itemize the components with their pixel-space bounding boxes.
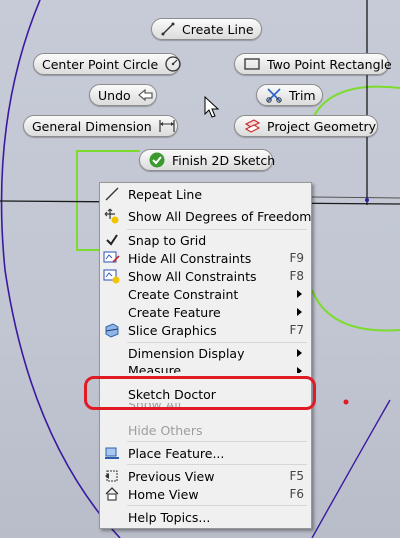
menu-item-show-all-degrees-of-freedom[interactable]: Show All Degrees of Freedom — [101, 207, 312, 225]
create-line-button[interactable]: Create Line — [151, 18, 262, 40]
menu-item-label: Repeat Line — [128, 186, 203, 202]
menu-item-slice-graphics[interactable]: Slice Graphics F7 — [101, 321, 310, 339]
menu-item-label: Show All Constraints — [128, 268, 257, 284]
dimension-icon — [158, 117, 176, 135]
menu-item-label: Place Feature... — [128, 445, 225, 461]
menu-item-label: Show All Degrees of Freedom — [128, 208, 312, 224]
menu-item-create-constraint[interactable]: Create Constraint — [101, 285, 310, 303]
menu-item-label: Dimension Display — [128, 345, 245, 361]
slice-graphics-icon — [101, 321, 123, 339]
submenu-arrow-icon — [297, 290, 302, 298]
show-constraints-icon — [101, 267, 123, 285]
trim-button[interactable]: Trim — [256, 84, 323, 106]
menu-separator — [127, 229, 307, 230]
trim-label: Trim — [289, 87, 316, 103]
menu-separator — [127, 505, 307, 506]
dof-icon — [101, 207, 123, 225]
undo-icon — [137, 86, 155, 104]
menu-item-label: Home View — [128, 486, 199, 502]
home-view-icon — [101, 485, 123, 503]
menu-item-create-feature[interactable]: Create Feature — [101, 303, 310, 321]
menu-item-label: Slice Graphics — [128, 322, 217, 338]
center-point-circle-label: Center Point Circle — [42, 56, 159, 72]
hide-constraints-icon — [101, 249, 123, 267]
red-sketch-point — [343, 399, 349, 405]
menu-separator — [127, 464, 307, 465]
menu-item-shortcut: F8 — [289, 269, 304, 283]
menu-separator — [127, 342, 307, 343]
menu-item-show-all-constraints[interactable]: Show All Constraints F8 — [101, 267, 310, 285]
menu-item-label: Hide Others — [128, 422, 203, 438]
line-icon — [160, 20, 176, 38]
construction-arc-right — [311, 399, 391, 538]
menu-item-snap-to-grid[interactable]: Snap to Grid — [101, 231, 310, 249]
checkmark-icon — [101, 231, 123, 249]
menu-item-place-feature[interactable]: Place Feature... — [101, 444, 310, 462]
place-feature-icon — [101, 444, 123, 462]
line-icon — [101, 185, 123, 203]
submenu-arrow-icon — [297, 349, 302, 357]
checkmark-icon — [148, 151, 166, 169]
previous-view-icon — [101, 467, 123, 485]
submenu-arrow-icon — [297, 367, 302, 373]
menu-item-shortcut: F7 — [289, 323, 304, 337]
menu-item-shortcut: F5 — [289, 469, 304, 483]
menu-item-previous-view[interactable]: Previous View F5 — [101, 467, 310, 485]
menu-item-dimension-display[interactable]: Dimension Display — [101, 344, 310, 362]
menu-item-home-view[interactable]: Home View F6 — [101, 485, 310, 503]
menu-item-help-topics[interactable]: Help Topics... — [101, 508, 310, 526]
general-dimension-label: General Dimension — [32, 118, 152, 134]
trim-icon — [265, 86, 283, 104]
undo-button[interactable]: Undo — [89, 84, 157, 106]
mouse-cursor-icon — [204, 96, 220, 118]
submenu-arrow-icon — [297, 308, 302, 316]
menu-item-label: Measure — [128, 363, 182, 373]
menu-item-label: Snap to Grid — [128, 232, 207, 248]
menu-item-label: Previous View — [128, 468, 215, 484]
center-point-circle-button[interactable]: Center Point Circle — [33, 53, 182, 75]
create-line-label: Create Line — [182, 21, 254, 37]
rectangle-icon — [243, 55, 261, 73]
two-point-rectangle-button[interactable]: Two Point Rectangle — [234, 53, 392, 75]
menu-item-label: Help Topics... — [128, 509, 211, 525]
menu-item-label: Create Feature — [128, 304, 221, 320]
menu-item-label: Hide All Constraints — [128, 250, 252, 266]
finish-2d-sketch-button[interactable]: Finish 2D Sketch — [139, 149, 276, 171]
project-geometry-button[interactable]: Project Geometry — [234, 115, 378, 137]
menu-item-hide-all-constraints[interactable]: Hide All Constraints F9 — [101, 249, 310, 267]
menu-item-shortcut: F6 — [289, 487, 304, 501]
two-point-rectangle-label: Two Point Rectangle — [267, 56, 392, 72]
undo-label: Undo — [98, 87, 131, 103]
menu-item-hide-others[interactable]: Hide Others — [101, 421, 310, 439]
circle-icon — [164, 55, 182, 73]
menu-item-measure[interactable]: Measure — [101, 362, 310, 373]
menu-item-label: Create Constraint — [128, 286, 239, 302]
menu-separator — [127, 441, 307, 442]
finish-2d-sketch-label: Finish 2D Sketch — [172, 152, 276, 168]
menu-item-repeat-line[interactable]: Repeat Line — [101, 185, 310, 203]
general-dimension-button[interactable]: General Dimension — [23, 115, 178, 137]
annotation-highlight — [84, 376, 316, 410]
sketch-point — [365, 198, 369, 202]
project-geometry-icon — [243, 117, 261, 135]
context-menu: Repeat Line Show All Degrees of Freedom … — [99, 182, 312, 529]
menu-item-shortcut: F9 — [289, 251, 304, 265]
project-geometry-label: Project Geometry — [267, 118, 377, 134]
horizontal-axis-line-2 — [311, 196, 400, 199]
